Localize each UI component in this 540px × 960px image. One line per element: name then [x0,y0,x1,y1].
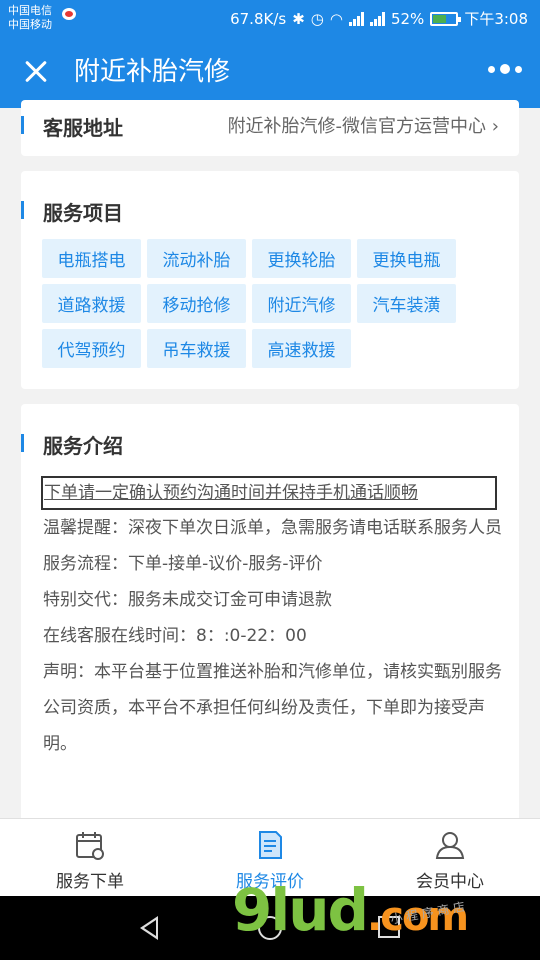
section-marker [21,116,24,134]
service-tag[interactable]: 附近汽修 [252,284,351,323]
address-card: 客服地址 附近补胎汽修-微信官方运营中心 › [21,100,519,156]
carrier-2: 中国移动 [8,18,52,31]
intro-text: 温馨提醒：深夜下单次日派单，急需服务请电话联系服务人员 服务流程：下单-接单-议… [43,510,503,762]
signal-icon [348,11,364,26]
address-link[interactable]: 附近补胎汽修-微信官方运营中心 › [228,112,499,138]
intro-line: 声明：本平台基于位置推送补胎和汽修单位，请核实甄别服务公司资质，本平台不承担任何… [43,662,502,754]
user-icon [435,832,465,859]
bluetooth-icon: ✱ [292,9,305,28]
alarm-icon: ◷ [310,9,324,28]
battery-percent: 52% [390,9,425,28]
back-icon[interactable] [140,916,158,940]
services-heading: 服务项目 [43,201,123,225]
intro-line: 在线客服在线时间：8：:0-22：00 [43,626,307,646]
highlight-notice: 下单请一定确认预约沟通时间并保持手机通话顺畅 [41,476,497,510]
service-tag[interactable]: 吊车救援 [147,329,246,368]
section-marker [21,434,24,452]
clock: 下午3:08 [464,10,528,28]
signal-icon-2 [369,11,385,26]
title-bar: 附近补胎汽修 [0,36,540,108]
network-speed: 67.8K/s [230,9,287,28]
carrier-1: 中国电信 [8,4,52,17]
nav-item-order[interactable]: 服务下单 [0,819,180,897]
section-marker [21,201,24,219]
services-card: 服务项目 电瓶搭电 流动补胎 更换轮胎 更换电瓶 道路救援 移动抢修 附近汽修 … [21,171,519,389]
intro-line: 服务流程：下单-接单-议价-服务-评价 [43,554,323,574]
wifi-icon: ◠ [329,9,343,28]
service-tag[interactable]: 道路救援 [42,284,141,323]
service-tag[interactable]: 移动抢修 [147,284,246,323]
service-tag[interactable]: 更换电瓶 [357,239,456,278]
weibo-icon [62,8,76,20]
carrier-info: 中国电信 中国移动 [8,4,52,32]
service-tag[interactable]: 代驾预约 [42,329,141,368]
status-indicators: 67.8K/s ✱ ◷ ◠ 52% 下午3:08 [230,8,528,29]
address-value: 附近补胎汽修-微信官方运营中心 [227,116,487,137]
intro-card: 服务介绍 下单请一定确认预约沟通时间并保持手机通话顺畅 温馨提醒：深夜下单次日派… [21,404,519,824]
intro-line: 特别交代：服务未成交订金可申请退款 [43,590,332,610]
service-tag[interactable]: 流动补胎 [147,239,246,278]
close-icon[interactable] [18,54,54,90]
service-tag[interactable]: 汽车装潢 [357,284,456,323]
service-tag[interactable]: 高速救援 [252,329,351,368]
document-icon [259,831,282,859]
intro-heading: 服务介绍 [43,434,123,458]
service-tag[interactable]: 更换轮胎 [252,239,351,278]
nav-label: 服务下单 [56,872,124,892]
service-tag[interactable]: 电瓶搭电 [42,239,141,278]
page-title: 附近补胎汽修 [74,57,231,87]
status-bar: 中国电信 中国移动 67.8K/s ✱ ◷ ◠ 52% 下午3:08 [0,0,540,36]
address-label: 客服地址 [43,116,123,140]
system-nav-bar: 9lud.com 小 程 序 商 店 [0,876,540,960]
battery-icon [430,11,462,26]
service-tags: 电瓶搭电 流动补胎 更换轮胎 更换电瓶 道路救援 移动抢修 附近汽修 汽车装潢 … [42,239,492,368]
chevron-right-icon: › [491,116,499,137]
intro-line: 温馨提醒：深夜下单次日派单，急需服务请电话联系服务人员 [43,518,502,538]
calendar-icon [76,832,104,860]
more-options-icon[interactable] [488,64,522,74]
watermark-main: 9lud [232,876,369,944]
